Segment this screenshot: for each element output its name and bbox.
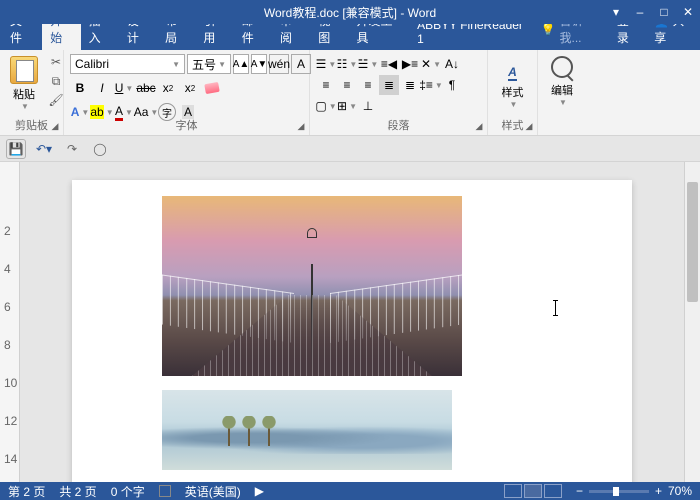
styles-dialog-launcher[interactable]: ◢ (523, 121, 535, 133)
editing-button[interactable]: 编辑 ▼ (543, 52, 581, 111)
styles-button[interactable]: A 样式 ▼ (494, 52, 532, 113)
shading-button[interactable]: ▢▼ (316, 96, 336, 116)
underline-button[interactable]: U▼ (114, 78, 134, 98)
strikethrough-button[interactable]: abc (136, 78, 156, 98)
qat-extra-button[interactable]: ◯ (90, 139, 110, 159)
status-words[interactable]: 0 个字 (111, 483, 145, 500)
clear-format-button[interactable] (202, 78, 222, 98)
italic-button[interactable]: I (92, 78, 112, 98)
window-title: Word教程.doc [兼容模式] - Word (264, 4, 436, 21)
copy-icon[interactable]: ⧉ (48, 73, 64, 89)
inserted-image-pier[interactable] (162, 196, 462, 376)
paste-button[interactable]: 粘贴 ▼ (8, 54, 40, 113)
spell-check-icon[interactable] (159, 485, 171, 497)
bulb-icon: 💡 (541, 22, 556, 36)
show-marks-button[interactable]: ¶ (442, 75, 462, 95)
redo-button[interactable]: ↷ (62, 139, 82, 159)
superscript-button[interactable]: x2 (180, 78, 200, 98)
font-size-select[interactable]: 五号▼ (187, 54, 231, 74)
group-font-label: 字体 (64, 115, 309, 135)
borders-button[interactable]: ⊞▼ (337, 96, 357, 116)
zoom-out-button[interactable]: − (576, 484, 583, 498)
format-painter-icon[interactable]: 🖌 (48, 92, 64, 108)
increase-indent-button[interactable]: ▶≡ (400, 54, 420, 74)
group-clipboard: 粘贴 ▼ ✂ ⧉ 🖌 剪贴板 ◢ (0, 50, 64, 135)
styles-label: 样式 (502, 84, 524, 100)
text-cursor (555, 300, 556, 316)
macro-record-icon[interactable]: ▶ (255, 484, 264, 498)
view-web-button[interactable] (544, 484, 562, 498)
document-area: 2468101214 (0, 162, 700, 482)
bullets-button[interactable]: ☰▼ (316, 54, 336, 74)
align-justify-button[interactable]: ≣ (379, 75, 399, 95)
font-name-select[interactable]: Calibri▼ (70, 54, 185, 74)
quick-access-toolbar: 💾 ↶▾ ↷ ◯ (0, 136, 700, 162)
zoom-in-button[interactable]: + (655, 484, 662, 498)
view-print-button[interactable] (524, 484, 542, 498)
status-bar: 第 2 页 共 2 页 0 个字 英语(美国) ▶ − + 70% (0, 482, 700, 500)
styles-icon: A (508, 56, 517, 82)
multilevel-button[interactable]: ☱▼ (358, 54, 378, 74)
close-icon[interactable]: ✕ (676, 0, 700, 24)
ribbon-tabs: 文件 开始 插入 设计 布局 引用 邮件 审阅 视图 开发工具 ABBYY Fi… (0, 24, 700, 50)
align-center-button[interactable]: ≡ (337, 75, 357, 95)
numbering-button[interactable]: ☷▼ (337, 54, 357, 74)
tabs-button[interactable]: ⊥ (358, 96, 378, 116)
vertical-ruler[interactable]: 2468101214 (0, 162, 20, 482)
title-bar: Word教程.doc [兼容模式] - Word ▾ – □ ✕ (0, 0, 700, 24)
scroll-thumb[interactable] (687, 182, 698, 302)
save-button[interactable]: 💾 (6, 139, 26, 159)
page[interactable] (72, 180, 632, 482)
font-dialog-launcher[interactable]: ◢ (295, 121, 307, 133)
asian-layout-button[interactable]: ✕▼ (421, 54, 441, 74)
vertical-scrollbar[interactable] (684, 162, 700, 482)
increase-font-button[interactable]: A▲ (233, 54, 249, 74)
minimize-icon[interactable]: – (628, 0, 652, 24)
status-language[interactable]: 英语(美国) (185, 483, 241, 500)
status-pages[interactable]: 共 2 页 (59, 483, 96, 500)
font-size-value: 五号 (192, 56, 216, 73)
group-editing: 编辑 ▼ (538, 50, 586, 135)
bold-button[interactable]: B (70, 78, 90, 98)
page-scroll[interactable] (20, 162, 684, 482)
paste-icon (10, 56, 38, 84)
undo-button[interactable]: ↶▾ (34, 139, 54, 159)
decrease-font-button[interactable]: A▼ (251, 54, 267, 74)
maximize-icon[interactable]: □ (652, 0, 676, 24)
search-icon (551, 56, 573, 78)
decrease-indent-button[interactable]: ≡◀ (379, 54, 399, 74)
paste-label: 粘贴 (13, 86, 35, 102)
editing-label: 编辑 (551, 82, 573, 98)
clipboard-dialog-launcher[interactable]: ◢ (49, 121, 61, 133)
zoom-controls: − + 70% (576, 484, 692, 498)
align-distributed-button[interactable]: ≣ (400, 75, 420, 95)
inserted-image-landscape[interactable] (162, 390, 452, 470)
sort-button[interactable]: A↓ (442, 54, 462, 74)
phonetic-guide-button[interactable]: wén (269, 54, 289, 74)
paragraph-dialog-launcher[interactable]: ◢ (473, 121, 485, 133)
view-read-button[interactable] (504, 484, 522, 498)
zoom-slider[interactable] (589, 490, 649, 493)
group-paragraph: ☰▼ ☷▼ ☱▼ ≡◀ ▶≡ ✕▼ A↓ ≡ ≡ ≡ ≣ ≣ ‡≡▼ ¶ ▢▼ … (310, 50, 488, 135)
char-border-button[interactable]: A (291, 54, 311, 74)
cut-icon[interactable]: ✂ (48, 54, 64, 70)
line-spacing-button[interactable]: ‡≡▼ (421, 75, 441, 95)
align-right-button[interactable]: ≡ (358, 75, 378, 95)
view-buttons (504, 484, 562, 498)
status-page[interactable]: 第 2 页 (8, 483, 45, 500)
group-font: Calibri▼ 五号▼ A▲ A▼ wén A B I U▼ abc x2 x… (64, 50, 310, 135)
subscript-button[interactable]: x2 (158, 78, 178, 98)
chevron-down-icon: ▼ (21, 102, 29, 111)
zoom-level[interactable]: 70% (668, 484, 692, 498)
ribbon-options-icon[interactable]: ▾ (604, 0, 628, 24)
group-paragraph-label: 段落 (310, 115, 487, 135)
font-name-value: Calibri (75, 57, 109, 71)
align-left-button[interactable]: ≡ (316, 75, 336, 95)
ribbon: 粘贴 ▼ ✂ ⧉ 🖌 剪贴板 ◢ Calibri▼ 五号▼ A▲ (0, 50, 700, 136)
group-styles: A 样式 ▼ 样式 ◢ (488, 50, 538, 135)
